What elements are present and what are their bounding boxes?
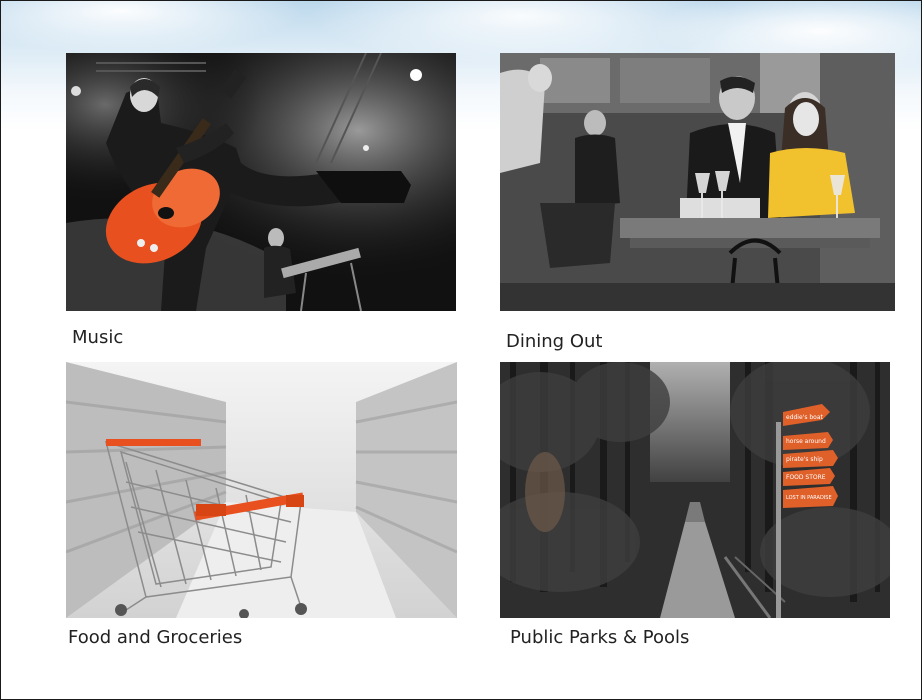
sign-text-5: LOST IN PARADISE bbox=[786, 495, 832, 501]
sign-text-2: horse around bbox=[786, 438, 826, 445]
category-label-dining-out[interactable]: Dining Out bbox=[506, 331, 602, 352]
sign-text-1: eddie's boat bbox=[786, 414, 824, 421]
sign-text-4: FOOD STORE bbox=[786, 474, 826, 481]
page-frame: Music Dining Out Food and Groceries eddi… bbox=[0, 0, 922, 700]
food-groceries-image[interactable] bbox=[66, 362, 457, 618]
music-image[interactable] bbox=[66, 53, 456, 311]
category-label-food-groceries[interactable]: Food and Groceries bbox=[68, 627, 242, 648]
dining-out-image[interactable] bbox=[500, 53, 895, 311]
sign-text-3: pirate's ship bbox=[786, 456, 823, 463]
category-label-parks-pools[interactable]: Public Parks & Pools bbox=[510, 627, 689, 648]
category-label-music[interactable]: Music bbox=[72, 327, 123, 348]
parks-pools-image[interactable]: eddie's boat horse around pirate's ship … bbox=[500, 362, 890, 618]
